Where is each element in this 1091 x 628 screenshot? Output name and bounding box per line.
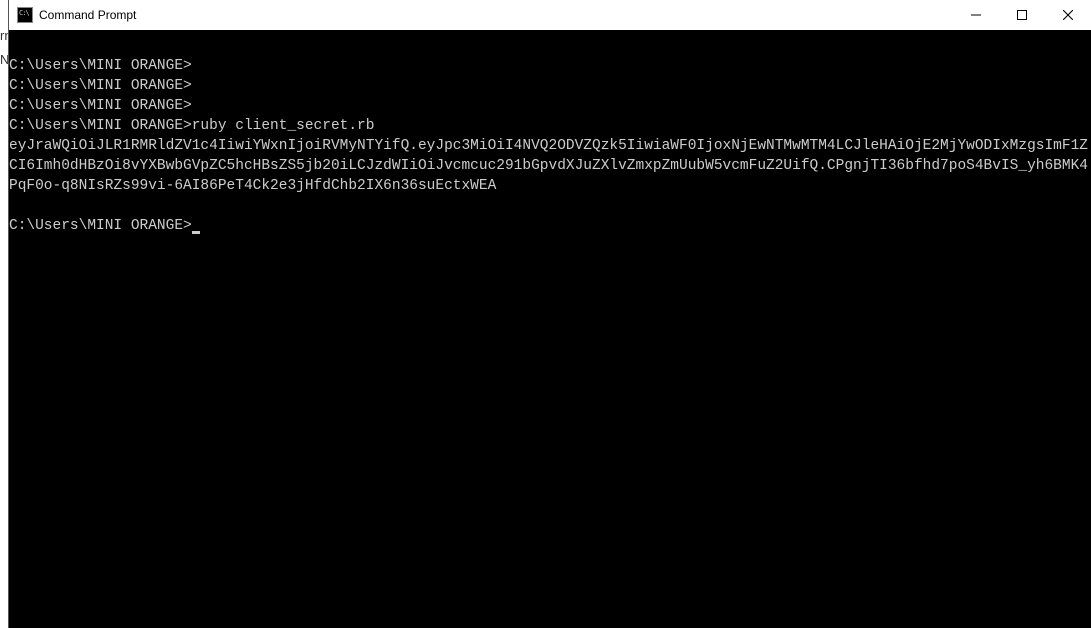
terminal-prompt: C:\Users\MINI ORANGE> — [9, 218, 200, 234]
minimize-icon — [971, 10, 981, 20]
window-title: Command Prompt — [39, 8, 136, 22]
minimize-button[interactable] — [953, 0, 999, 30]
terminal-line: C:\Users\MINI ORANGE> — [9, 98, 192, 114]
window-controls — [953, 0, 1091, 30]
terminal-line: C:\Users\MINI ORANGE>ruby client_secret.… — [9, 118, 374, 134]
bg-text-1: rn — [0, 26, 8, 46]
command-prompt-window: Command Prompt C:\Users\MINI ORANGE> C:\… — [8, 0, 1091, 628]
terminal-output[interactable]: C:\Users\MINI ORANGE> C:\Users\MINI ORAN… — [9, 30, 1091, 628]
terminal-line: C:\Users\MINI ORANGE> — [9, 58, 192, 74]
close-icon — [1063, 10, 1073, 20]
bg-text-2: Nc — [0, 50, 8, 70]
maximize-icon — [1017, 10, 1027, 20]
cmd-icon — [17, 7, 33, 23]
cursor — [192, 231, 200, 234]
terminal-line: C:\Users\MINI ORANGE> — [9, 78, 192, 94]
close-button[interactable] — [1045, 0, 1091, 30]
background-window-fragment: rn Nc — [0, 0, 8, 628]
prompt-text: C:\Users\MINI ORANGE> — [9, 218, 192, 234]
terminal-line: eyJraWQiOiJLR1RMRldZV1c4IiwiYWxnIjoiRVMy… — [9, 138, 1088, 194]
titlebar[interactable]: Command Prompt — [9, 0, 1091, 30]
maximize-button[interactable] — [999, 0, 1045, 30]
